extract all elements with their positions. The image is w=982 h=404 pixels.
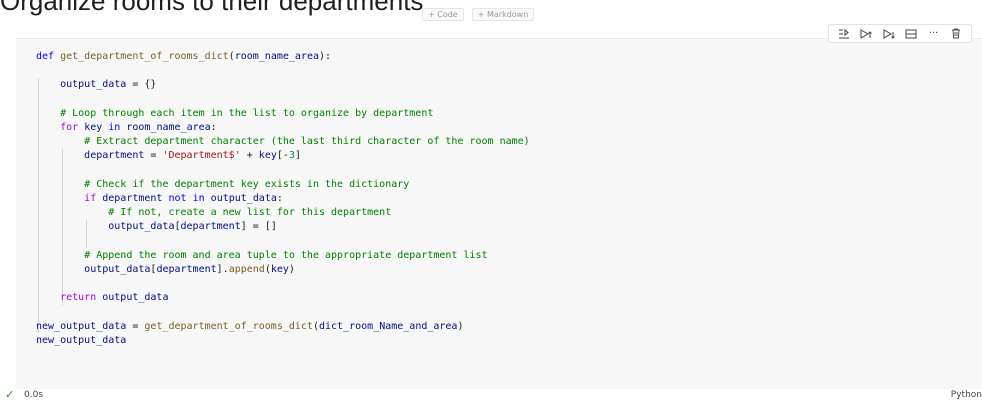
- code-line: output_data = {}: [60, 79, 157, 91]
- code-line: # Loop through each item in the list to …: [60, 107, 434, 119]
- code-line: if department not in output_data:: [84, 192, 283, 204]
- code-line: output_data[department] = []: [108, 221, 277, 233]
- cell-toolbar: ···: [828, 24, 972, 43]
- execute-above-icon[interactable]: [857, 27, 875, 41]
- delete-icon[interactable]: [947, 27, 965, 41]
- execution-time: 0.0s: [24, 390, 44, 400]
- execute-below-icon[interactable]: [880, 27, 898, 41]
- code-line: department = 'Department$' + key[-3]: [84, 150, 301, 162]
- run-by-line-icon[interactable]: [835, 27, 853, 41]
- code-line: output_data[department].append(key): [84, 263, 295, 275]
- cell-status-bar: ✓ 0.0s Python: [0, 388, 982, 404]
- code-cell[interactable]: def get_department_of_rooms_dict(room_na…: [16, 38, 982, 389]
- markdown-heading: Organize rooms to their departments: [0, 0, 424, 16]
- code-line: return output_data: [60, 292, 169, 304]
- split-cell-icon[interactable]: [902, 27, 920, 41]
- success-check-icon: ✓: [5, 388, 15, 401]
- code-line: # Check if the department key exists in …: [84, 178, 410, 190]
- add-markdown-cell-button[interactable]: + Markdown: [471, 8, 535, 21]
- code-line: def get_department_of_rooms_dict(room_na…: [36, 51, 332, 62]
- insert-cell-bar: + Code + Markdown: [422, 8, 535, 21]
- code-line: # Append the room and area tuple to the …: [84, 249, 488, 261]
- cell-language[interactable]: Python: [951, 390, 982, 400]
- code-line: # Extract department character (the last…: [84, 136, 530, 148]
- more-actions-icon[interactable]: ···: [924, 27, 942, 41]
- code-line: for key in room_name_area:: [60, 121, 217, 133]
- code-line: new_output_data = get_department_of_room…: [36, 320, 464, 332]
- code-editor[interactable]: def get_department_of_rooms_dict(room_na…: [36, 50, 530, 348]
- code-line: # If not, create a new list for this dep…: [108, 207, 392, 219]
- code-line: new_output_data: [36, 334, 127, 346]
- add-code-cell-button[interactable]: + Code: [422, 8, 464, 21]
